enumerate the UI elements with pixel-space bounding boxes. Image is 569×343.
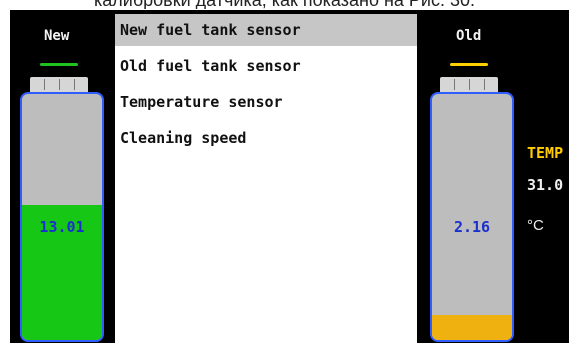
menu-item-temperature-sensor[interactable]: Temperature sensor <box>115 86 417 118</box>
cap-divider <box>469 79 470 90</box>
temperature-label: TEMP <box>527 144 564 162</box>
cap-divider <box>74 79 75 90</box>
temperature-unit: °C <box>527 217 544 234</box>
menu-item-cleaning-speed[interactable]: Cleaning speed <box>115 122 417 154</box>
old-tank-header: Old <box>456 28 482 44</box>
menu-item-old-fuel-tank-sensor[interactable]: Old fuel tank sensor <box>115 50 417 82</box>
temperature-value: 31.0 <box>527 176 564 194</box>
old-fuel-tank-gauge: 2.16 <box>430 92 514 342</box>
old-tank-fill <box>432 315 512 340</box>
device-screen: New 13.01 New fuel tank sensor Old fuel … <box>10 10 569 343</box>
cap-divider <box>44 79 45 90</box>
old-tank-cap <box>440 77 498 92</box>
old-tank-value: 2.16 <box>453 218 491 236</box>
new-fuel-tank-gauge: 13.01 <box>20 92 104 342</box>
old-tank-indicator <box>450 63 488 66</box>
new-tank-header: New <box>44 28 70 44</box>
cap-divider <box>59 79 60 90</box>
new-tank-cap <box>30 77 88 92</box>
menu-item-new-fuel-tank-sensor[interactable]: New fuel tank sensor <box>115 14 417 46</box>
document-caption: калибровки датчика, как показано на Рис.… <box>0 0 569 9</box>
cap-divider <box>454 79 455 90</box>
settings-menu: New fuel tank sensor Old fuel tank senso… <box>115 14 417 343</box>
cap-divider <box>484 79 485 90</box>
new-tank-value: 13.01 <box>39 218 85 236</box>
new-tank-indicator <box>40 63 78 66</box>
